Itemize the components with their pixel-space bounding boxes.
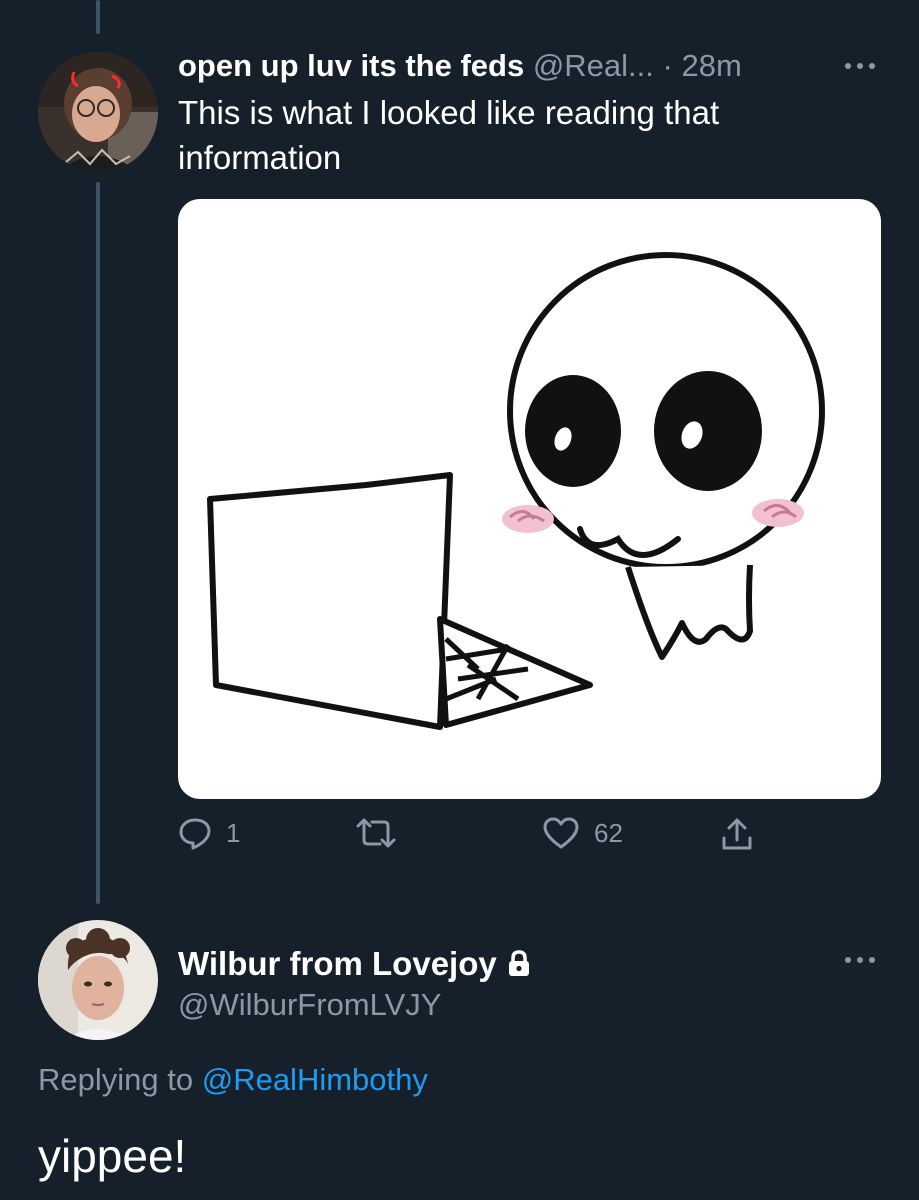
replying-prefix: Replying to [38, 1062, 194, 1097]
tweet1-avatar[interactable] [38, 52, 158, 172]
lock-icon [508, 950, 529, 976]
heart-icon [543, 817, 579, 849]
tweet2-text: yippee! [38, 1130, 187, 1182]
tweet1-handle[interactable]: @Real... [533, 48, 654, 83]
retweet-icon [356, 818, 396, 848]
reply-count: 1 [226, 817, 241, 848]
tweet1-header: open up luv its the feds @Real... · 28m [178, 46, 742, 86]
replying-to-mention[interactable]: @RealHimbothy [202, 1062, 428, 1097]
tweet1-display-name[interactable]: open up luv its the feds [178, 48, 524, 83]
tweet1-text: This is what I looked like reading that … [178, 94, 720, 176]
tweet2-name-row: Wilbur from Lovejoy [178, 944, 531, 984]
tweet2-display-name[interactable]: Wilbur from Lovejoy [178, 944, 497, 984]
like-count: 62 [594, 817, 623, 848]
retweet-button[interactable] [354, 816, 412, 850]
tweet2-avatar[interactable] [38, 920, 158, 1040]
tweet2-handle[interactable]: @WilburFromLVJY [178, 985, 441, 1025]
tweet1-timestamp[interactable]: 28m [681, 48, 741, 83]
cartoon-at-laptop-image [207, 252, 825, 730]
tweet1-more-icon[interactable] [840, 56, 880, 76]
share-button[interactable] [720, 816, 754, 852]
thread-line-top [96, 0, 100, 34]
replying-to-line: Replying to @RealHimbothy [38, 1060, 428, 1100]
like-button[interactable]: 62 [542, 816, 623, 850]
share-icon [722, 818, 752, 850]
thread-line-middle [96, 182, 100, 904]
reply-button[interactable]: 1 [178, 816, 240, 850]
tweet1-separator: · [662, 48, 673, 83]
reply-icon [179, 818, 211, 850]
tweet1-media[interactable] [178, 199, 881, 799]
tweet2-more-icon[interactable] [840, 950, 880, 970]
